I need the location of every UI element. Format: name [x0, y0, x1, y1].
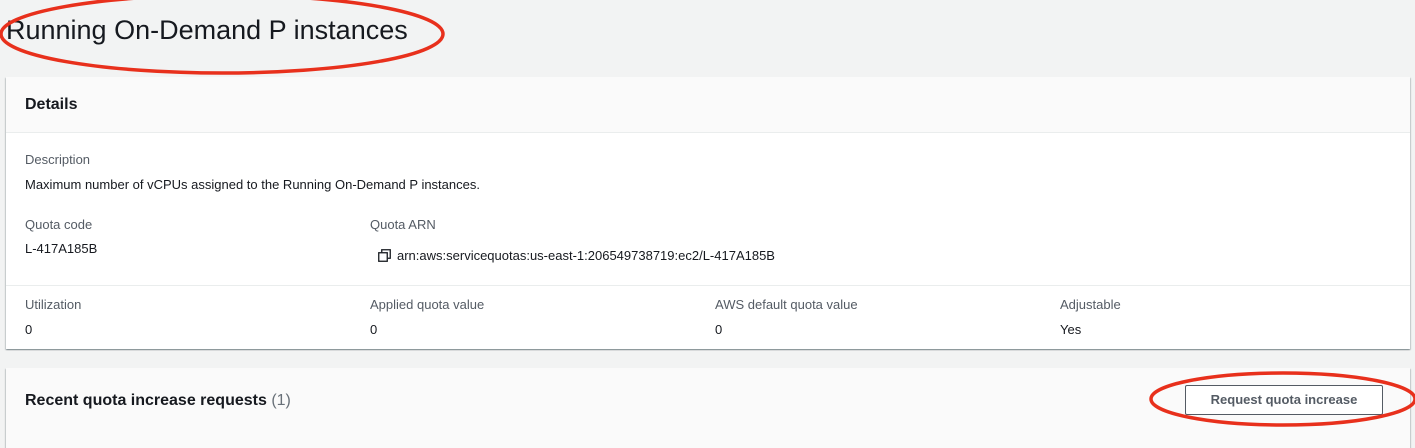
copy-icon[interactable] [378, 249, 391, 262]
quota-code-value: L-417A185B [25, 241, 98, 256]
applied-quota-label: Applied quota value [370, 297, 485, 312]
requests-panel: Recent quota increase requests (1) Reque… [6, 368, 1410, 448]
requests-title: Recent quota increase requests [25, 392, 267, 409]
adjustable-label: Adjustable [1060, 297, 1121, 312]
description-value: Maximum number of vCPUs assigned to the … [25, 177, 480, 192]
utilization-label: Utilization [25, 297, 82, 312]
details-divider [6, 285, 1410, 286]
adjustable-value: Yes [1060, 322, 1082, 337]
applied-quota-value: 0 [370, 322, 378, 337]
default-quota-label: AWS default quota value [715, 297, 858, 312]
details-heading: Details [25, 96, 78, 113]
quota-code-label: Quota code [25, 217, 93, 232]
default-quota-value: 0 [715, 322, 723, 337]
page-title: Running On-Demand P instances [6, 15, 408, 45]
quota-arn-row: arn:aws:servicequotas:us-east-1:20654973… [378, 248, 775, 264]
quota-arn-label: Quota ARN [370, 217, 436, 232]
quota-arn-value: arn:aws:servicequotas:us-east-1:20654973… [397, 248, 775, 263]
details-panel: Details Description Maximum number of vC… [6, 77, 1410, 349]
requests-heading: Recent quota increase requests (1) [25, 391, 291, 411]
utilization-value: 0 [25, 322, 33, 337]
details-header: Details [6, 77, 1410, 133]
request-quota-increase-button[interactable]: Request quota increase [1185, 385, 1383, 415]
description-label: Description [25, 152, 91, 167]
requests-count: (1) [271, 392, 291, 409]
